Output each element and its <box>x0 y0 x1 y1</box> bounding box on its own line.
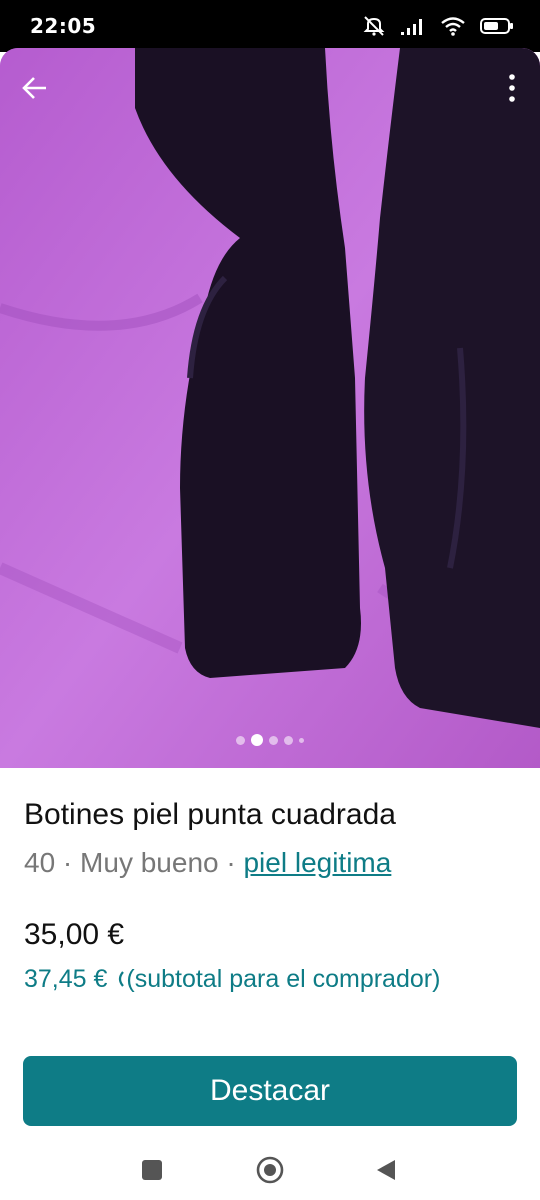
carousel-dot[interactable] <box>269 735 278 745</box>
buyer-total: 37,45 € <box>24 965 108 993</box>
item-condition: Muy bueno <box>80 847 219 878</box>
battery-icon <box>480 18 513 34</box>
carousel-dot[interactable] <box>299 737 304 743</box>
item-info: Botines piel punta cuadrada 40 · Muy bue… <box>24 795 524 997</box>
buyer-total-note: (subtotal para el comprador) <box>126 965 441 993</box>
carousel-dot-active[interactable] <box>251 734 263 746</box>
system-nav-bar <box>0 1140 540 1200</box>
signal-icon <box>401 19 422 35</box>
boots-image <box>0 48 540 768</box>
item-brand-link[interactable]: piel legitima <box>243 847 391 878</box>
more-vertical-icon[interactable] <box>502 70 522 106</box>
status-time: 22:05 <box>30 14 97 38</box>
recent-apps-icon[interactable] <box>134 1152 170 1188</box>
arrow-left-icon[interactable] <box>16 70 52 106</box>
item-size: 40 <box>24 847 56 878</box>
carousel-dot[interactable] <box>284 735 293 745</box>
item-title: Botines piel punta cuadrada <box>24 798 396 831</box>
item-price: 35,00 € <box>24 918 125 951</box>
meta-separator: · <box>55 847 81 878</box>
wifi-icon <box>441 17 465 36</box>
mute-icon <box>363 16 385 36</box>
buyer-subtotal[interactable]: 37,45 € (subtotal para el comprador) <box>24 961 524 997</box>
item-meta: 40 · Muy bueno · piel legitima <box>24 843 524 883</box>
carousel-dot[interactable] <box>236 735 245 745</box>
product-photo[interactable] <box>0 48 540 768</box>
status-bar: 22:05 <box>0 0 540 52</box>
home-icon[interactable] <box>252 1152 288 1188</box>
meta-separator: · <box>218 847 244 878</box>
destacar-button[interactable]: Destacar <box>23 1056 517 1126</box>
carousel-indicator <box>0 733 540 747</box>
info-icon[interactable] <box>114 969 126 989</box>
back-triangle-icon[interactable] <box>368 1152 404 1188</box>
